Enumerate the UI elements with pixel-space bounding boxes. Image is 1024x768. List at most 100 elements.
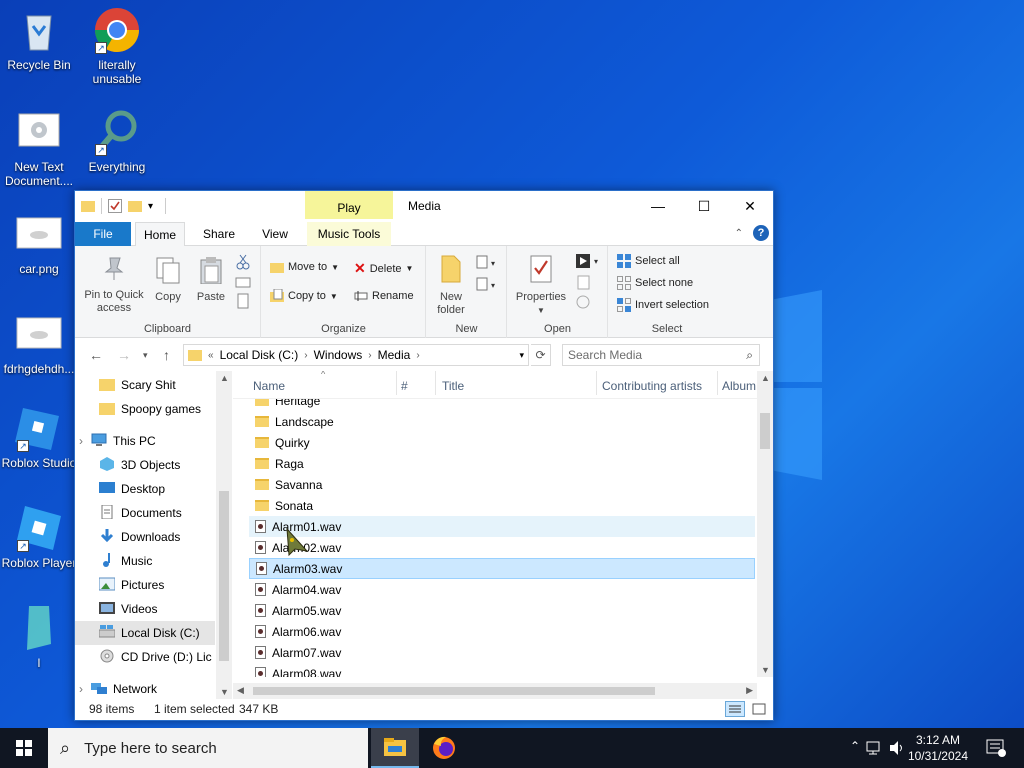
tab-file[interactable]: File <box>75 222 131 246</box>
nav-item[interactable]: Local Disk (C:) <box>75 621 215 645</box>
large-icons-view-icon[interactable] <box>751 701 767 717</box>
copy-to-button[interactable]: Copy to ▼ <box>270 289 338 303</box>
back-arrow-icon[interactable]: ← <box>89 347 103 363</box>
scroll-down-arrow-icon[interactable]: ▼ <box>761 665 770 675</box>
scrollbar-thumb[interactable] <box>253 687 655 695</box>
scroll-left-arrow-icon[interactable]: ◀ <box>237 685 244 696</box>
network-icon[interactable] <box>866 740 884 756</box>
table-row[interactable]: Alarm04.wav <box>249 579 755 600</box>
rename-button[interactable]: Rename <box>354 289 414 303</box>
easy-access-icon[interactable]: ▾ <box>476 277 495 291</box>
nav-item[interactable]: Spoopy games <box>75 397 215 421</box>
table-row[interactable]: Savanna <box>249 474 755 495</box>
nav-item[interactable]: Pictures <box>75 573 215 597</box>
notifications-icon[interactable] <box>986 739 1006 757</box>
table-row[interactable]: Alarm08.wav <box>249 663 755 677</box>
table-row[interactable]: Alarm07.wav <box>249 642 755 663</box>
scroll-right-arrow-icon[interactable]: ▶ <box>746 685 753 696</box>
table-row[interactable]: Alarm06.wav <box>249 621 755 642</box>
breadcrumb-separator-icon[interactable]: › <box>416 350 419 361</box>
scroll-down-arrow-icon[interactable]: ▼ <box>220 687 229 697</box>
nav-item[interactable]: › Network <box>75 677 215 699</box>
up-arrow-icon[interactable]: ↑ <box>163 347 170 363</box>
select-none-button[interactable]: Select none <box>617 276 693 290</box>
table-row[interactable]: Alarm05.wav <box>249 600 755 621</box>
tab-home[interactable]: Home <box>135 222 185 247</box>
cut-icon[interactable] <box>236 254 250 270</box>
forward-arrow-icon[interactable]: → <box>117 347 131 363</box>
file-list-vertical-scrollbar[interactable]: ▲ ▼ <box>757 371 773 677</box>
breadcrumb-windows[interactable]: Windows <box>314 348 363 362</box>
column-divider[interactable] <box>596 371 597 395</box>
nav-item[interactable]: Desktop <box>75 477 215 501</box>
taskbar-search-box[interactable]: ⌕ Type here to search <box>48 728 368 768</box>
column-header-number[interactable]: # <box>401 379 408 393</box>
tab-share[interactable]: Share <box>195 222 243 246</box>
scroll-up-arrow-icon[interactable]: ▲ <box>220 373 229 383</box>
table-row[interactable]: Raga <box>249 453 755 474</box>
desktop-icon-new-text-document[interactable]: New Text Document.... <box>0 108 78 188</box>
breadcrumb-media[interactable]: Media <box>378 348 411 362</box>
select-all-button[interactable]: Select all <box>617 254 680 268</box>
taskbar-search-input[interactable]: Type here to search <box>84 740 217 757</box>
search-input[interactable]: Search Media <box>568 348 642 362</box>
open-with-icon[interactable]: ▾ <box>576 254 598 268</box>
column-header-album[interactable]: Album <box>722 379 756 393</box>
new-folder-button[interactable]: New folder <box>431 254 471 317</box>
column-divider[interactable] <box>717 371 718 395</box>
table-row[interactable]: Alarm03.wav <box>249 558 755 579</box>
tab-music-tools[interactable]: Music Tools <box>307 222 391 246</box>
taskbar-clock[interactable]: 3:12 AM 10/31/2024 <box>908 732 968 764</box>
ribbon-collapse-chevron-icon[interactable]: ⌃ <box>735 228 743 239</box>
nav-item[interactable]: 3D Objects <box>75 453 215 477</box>
nav-item[interactable]: CD Drive (D:) Lic <box>75 645 215 669</box>
new-folder-icon[interactable] <box>128 199 142 213</box>
copy-button[interactable]: Copy <box>151 256 185 304</box>
column-divider[interactable] <box>396 371 397 395</box>
scrollbar-thumb[interactable] <box>760 413 770 449</box>
table-row[interactable]: Heritage <box>249 399 755 411</box>
properties-button[interactable]: Properties ▼ <box>512 254 570 317</box>
expand-chevron-icon[interactable]: › <box>79 682 83 696</box>
invert-selection-button[interactable]: Invert selection <box>617 298 709 312</box>
scrollbar-thumb[interactable] <box>219 491 229 661</box>
history-icon[interactable] <box>576 295 590 309</box>
expand-chevron-icon[interactable]: › <box>79 434 83 448</box>
scroll-up-arrow-icon[interactable]: ▲ <box>761 373 770 383</box>
help-icon[interactable]: ? <box>753 225 769 241</box>
move-to-button[interactable]: Move to ▼ <box>270 260 339 274</box>
nav-item[interactable]: Music <box>75 549 215 573</box>
nav-item[interactable]: › This PC <box>75 429 215 453</box>
properties-check-icon[interactable] <box>108 199 122 213</box>
table-row[interactable]: Sonata <box>249 495 755 516</box>
table-row[interactable]: Alarm02.wav <box>249 537 755 558</box>
column-header-title[interactable]: Title <box>442 379 464 393</box>
nav-item[interactable]: Scary Shit <box>75 373 215 397</box>
details-view-icon[interactable] <box>725 701 745 717</box>
close-button[interactable]: ✕ <box>727 191 773 221</box>
desktop-icon-car-png[interactable]: car.png <box>0 210 78 276</box>
breadcrumb-local-disk[interactable]: Local Disk (C:) <box>220 348 299 362</box>
maximize-button[interactable]: ☐ <box>681 191 727 221</box>
breadcrumb-separator-icon[interactable]: › <box>304 350 307 361</box>
column-header-contributing-artists[interactable]: Contributing artists <box>602 379 702 393</box>
desktop-icon-recycle-bin[interactable]: Recycle Bin <box>0 6 78 72</box>
table-row[interactable]: Quirky <box>249 432 755 453</box>
tab-view[interactable]: View <box>251 222 299 246</box>
refresh-icon[interactable]: ⟳ <box>531 344 551 366</box>
paste-shortcut-icon[interactable] <box>237 293 249 309</box>
copy-path-icon[interactable] <box>235 277 251 288</box>
desktop-icon-roblox-player[interactable]: ↗ Roblox Player <box>0 504 78 570</box>
column-header-name[interactable]: Name <box>253 379 285 393</box>
column-divider[interactable] <box>435 371 436 395</box>
breadcrumb-separator-icon[interactable]: › <box>368 350 371 361</box>
show-hidden-icons-chevron-icon[interactable]: ⌃ <box>850 739 860 753</box>
desktop-icon-everything[interactable]: ↗ Everything <box>78 108 156 174</box>
taskbar-file-explorer[interactable] <box>371 728 419 768</box>
pin-to-quick-access-button[interactable]: Pin to Quick access <box>81 256 147 315</box>
breadcrumb-overflow[interactable]: « <box>208 350 214 361</box>
nav-item[interactable]: Documents <box>75 501 215 525</box>
desktop-icon-chrome[interactable]: ↗ literally unusable <box>78 6 156 86</box>
desktop-icon-l[interactable]: l <box>0 604 78 670</box>
address-bar[interactable]: « Local Disk (C:) › Windows › Media › ▾ <box>183 344 529 366</box>
